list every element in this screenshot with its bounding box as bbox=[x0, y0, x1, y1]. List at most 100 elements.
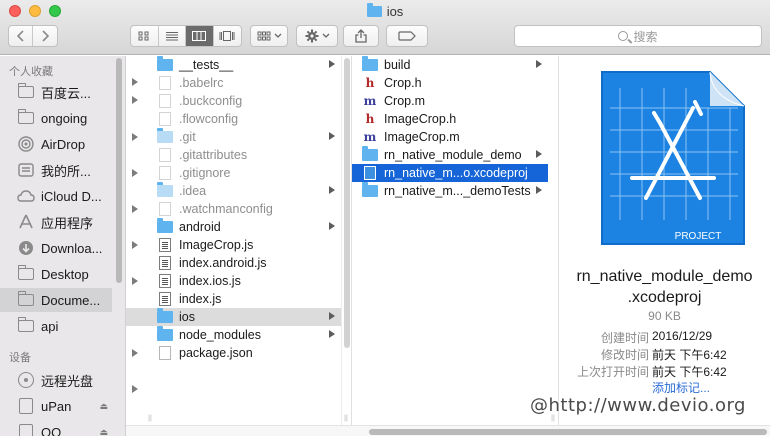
chevron-right-icon bbox=[329, 186, 335, 194]
applications-icon bbox=[17, 214, 35, 230]
chevron-right-icon bbox=[536, 186, 542, 194]
sidebar-item-applications[interactable]: 应用程序 bbox=[0, 210, 112, 234]
forward-button[interactable] bbox=[33, 26, 57, 46]
tags-button[interactable] bbox=[386, 25, 428, 47]
list-item-selected[interactable]: ios bbox=[126, 308, 341, 326]
sidebar-item-baiduyun[interactable]: 百度云... bbox=[0, 80, 112, 104]
share-button[interactable] bbox=[343, 25, 379, 47]
sidebar-item-downloads[interactable]: Downloa... bbox=[0, 236, 112, 260]
list-item[interactable]: rn_native_m..._demoTests bbox=[352, 182, 548, 200]
column-scrollbar-thumb[interactable] bbox=[344, 58, 350, 348]
column-scrollbar[interactable] bbox=[341, 56, 351, 436]
list-item[interactable]: .gitignore bbox=[126, 164, 341, 182]
list-item[interactable]: index.android.js bbox=[126, 254, 341, 272]
item-name: build bbox=[384, 58, 411, 72]
folder-icon bbox=[157, 218, 173, 234]
chevron-left-icon bbox=[16, 30, 24, 42]
column-project-root: __tests__ .babelrc .buckconfig .flowconf… bbox=[126, 56, 352, 436]
list-item[interactable]: m Crop.m bbox=[352, 92, 548, 110]
sidebar-item-label: Downloa... bbox=[41, 240, 103, 256]
list-item[interactable]: .gitattributes bbox=[126, 146, 341, 164]
sidebar-item-label: QQ bbox=[41, 424, 62, 436]
folder-icon bbox=[157, 326, 173, 342]
list-item[interactable]: android bbox=[126, 218, 341, 236]
list-item[interactable]: node_modules bbox=[126, 326, 341, 344]
list-item-selected[interactable]: rn_native_m...o.xcodeproj bbox=[352, 164, 548, 182]
document-icon bbox=[157, 166, 173, 180]
xcode-project-icon: PROJECT bbox=[601, 71, 745, 245]
add-tags-link[interactable]: 添加标记... bbox=[652, 379, 710, 396]
list-item[interactable]: h ImageCrop.h bbox=[352, 110, 548, 128]
all-files-icon bbox=[17, 162, 35, 178]
item-name: rn_native_module_demo bbox=[384, 148, 522, 162]
eject-icon[interactable]: ⏏ bbox=[99, 427, 108, 436]
list-item[interactable]: __tests__ bbox=[126, 56, 341, 74]
cover-flow-button[interactable] bbox=[214, 26, 241, 46]
sidebar-item-documents[interactable]: Docume... bbox=[0, 288, 112, 312]
preview-file-size: 90 KB bbox=[648, 309, 681, 323]
sidebar-item-icloud-drive[interactable]: iCloud D... bbox=[0, 184, 112, 208]
cloud-icon bbox=[17, 188, 35, 204]
list-item[interactable]: .flowconfig bbox=[126, 110, 341, 128]
list-item[interactable]: .watchmanconfig bbox=[126, 200, 341, 218]
desktop-folder-icon bbox=[17, 265, 35, 282]
sidebar-item-upan[interactable]: uPan ⏏ bbox=[0, 394, 112, 418]
item-name: .idea bbox=[179, 184, 207, 198]
column-resize-handle[interactable]: || bbox=[342, 414, 350, 424]
list-item[interactable]: index.ios.js bbox=[126, 272, 341, 290]
sidebar-item-label: api bbox=[41, 318, 59, 334]
folder-icon bbox=[17, 109, 35, 126]
search-field[interactable]: 搜索 bbox=[514, 25, 762, 47]
back-button[interactable] bbox=[9, 26, 34, 46]
list-item[interactable]: build bbox=[352, 56, 548, 74]
list-item[interactable]: h Crop.h bbox=[352, 74, 548, 92]
column-resize-handle[interactable]: || bbox=[146, 414, 154, 424]
sidebar-scrollbar[interactable] bbox=[114, 56, 124, 436]
chevron-right-icon bbox=[329, 330, 335, 338]
sidebar-item-label: ongoing bbox=[41, 110, 88, 126]
sidebar-item-qq[interactable]: QQ ⏏ bbox=[0, 420, 112, 436]
folder-icon bbox=[17, 83, 35, 100]
column-view-icon bbox=[192, 31, 207, 41]
item-name: .gitattributes bbox=[179, 148, 248, 162]
disk-icon bbox=[17, 398, 35, 414]
created-value: 2016/12/29 bbox=[652, 329, 713, 343]
action-button[interactable] bbox=[296, 25, 338, 47]
icon-view-icon bbox=[138, 31, 149, 41]
sidebar-item-api[interactable]: api bbox=[0, 314, 112, 338]
chevron-right-icon bbox=[42, 30, 49, 42]
list-item[interactable]: index.js bbox=[126, 290, 341, 308]
column-ios: build h Crop.h m Crop.m h ImageCrop.h m … bbox=[352, 56, 559, 436]
icon-view-button[interactable] bbox=[131, 26, 159, 46]
list-item[interactable]: m ImageCrop.m bbox=[352, 128, 548, 146]
sidebar-item-airdrop[interactable]: AirDrop bbox=[0, 132, 112, 156]
preview-pane: PROJECT rn_native_module_demo .xcodeproj… bbox=[559, 56, 770, 426]
sidebar-item-ongoing[interactable]: ongoing bbox=[0, 106, 112, 130]
list-view-button[interactable] bbox=[159, 26, 186, 46]
horizontal-scrollbar[interactable] bbox=[126, 425, 770, 436]
sidebar-item-remote-disc[interactable]: 远程光盘 bbox=[0, 368, 112, 392]
sidebar-item-label: 应用程序 bbox=[41, 215, 94, 231]
disclosure-arrow-icon[interactable] bbox=[132, 385, 138, 393]
list-item[interactable]: package.json bbox=[126, 344, 341, 362]
js-file-icon bbox=[157, 274, 173, 288]
sidebar-item-label: Desktop bbox=[41, 266, 89, 282]
list-item[interactable]: ImageCrop.js bbox=[126, 236, 341, 254]
item-name: android bbox=[179, 220, 221, 234]
list-view-icon bbox=[165, 32, 178, 41]
column-view-button[interactable] bbox=[186, 26, 214, 46]
horizontal-scrollbar-thumb[interactable] bbox=[369, 429, 767, 435]
list-item[interactable]: .buckconfig bbox=[126, 92, 341, 110]
list-item[interactable]: rn_native_module_demo bbox=[352, 146, 548, 164]
list-item[interactable]: .idea bbox=[126, 182, 341, 200]
list-item[interactable]: .babelrc bbox=[126, 74, 341, 92]
item-name: rn_native_m..._demoTests bbox=[384, 184, 531, 198]
sidebar-item-desktop[interactable]: Desktop bbox=[0, 262, 112, 286]
list-item[interactable]: .git bbox=[126, 128, 341, 146]
eject-icon[interactable]: ⏏ bbox=[99, 401, 108, 412]
folder-icon bbox=[362, 56, 378, 72]
sidebar-item-all-files[interactable]: 我的所... bbox=[0, 158, 112, 182]
sidebar-scrollbar-thumb[interactable] bbox=[116, 58, 122, 283]
header-file-icon: h bbox=[365, 76, 375, 90]
arrange-button[interactable] bbox=[250, 25, 288, 47]
